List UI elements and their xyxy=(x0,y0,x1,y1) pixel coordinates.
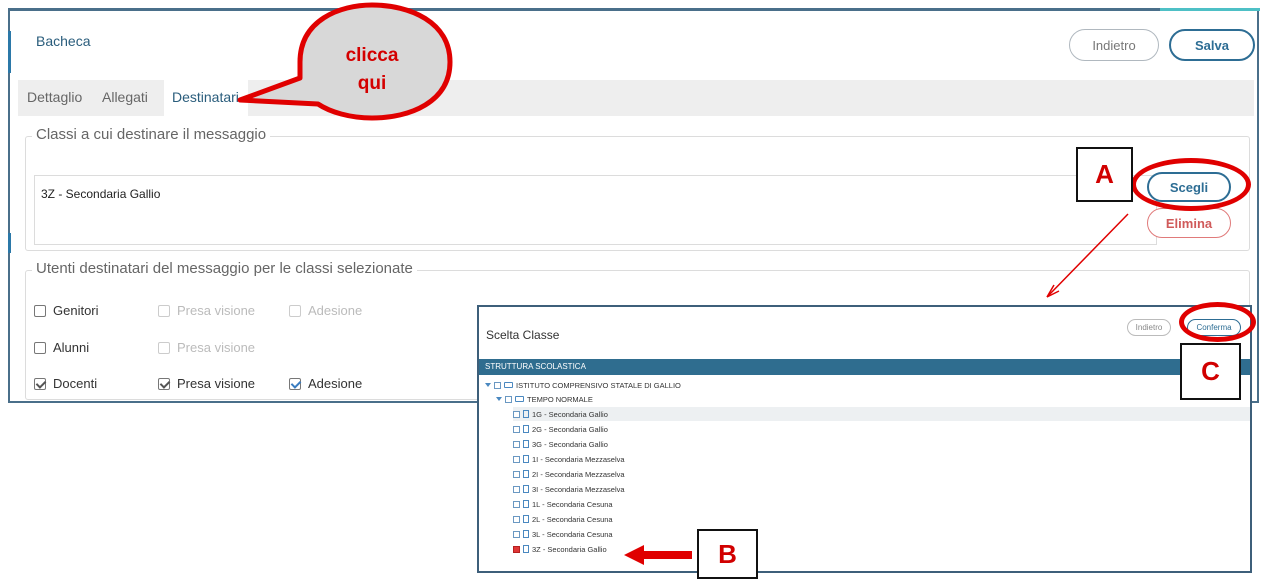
highlight-conferma xyxy=(1179,302,1256,342)
annotation-label-b: B xyxy=(697,529,758,579)
annotation-overlay xyxy=(237,2,1129,565)
annotation-label-a: A xyxy=(1076,147,1133,202)
bubble-line-2: qui xyxy=(357,73,387,94)
highlight-scegli xyxy=(1131,158,1251,211)
pointer-b-head xyxy=(624,545,644,565)
pointer-arrow-line xyxy=(1046,213,1129,298)
bubble-text: clicca qui xyxy=(327,42,417,98)
bubble-line-1: clicca xyxy=(345,45,399,66)
annotation-label-c: C xyxy=(1180,343,1241,400)
pointer-b-shaft xyxy=(640,551,692,559)
